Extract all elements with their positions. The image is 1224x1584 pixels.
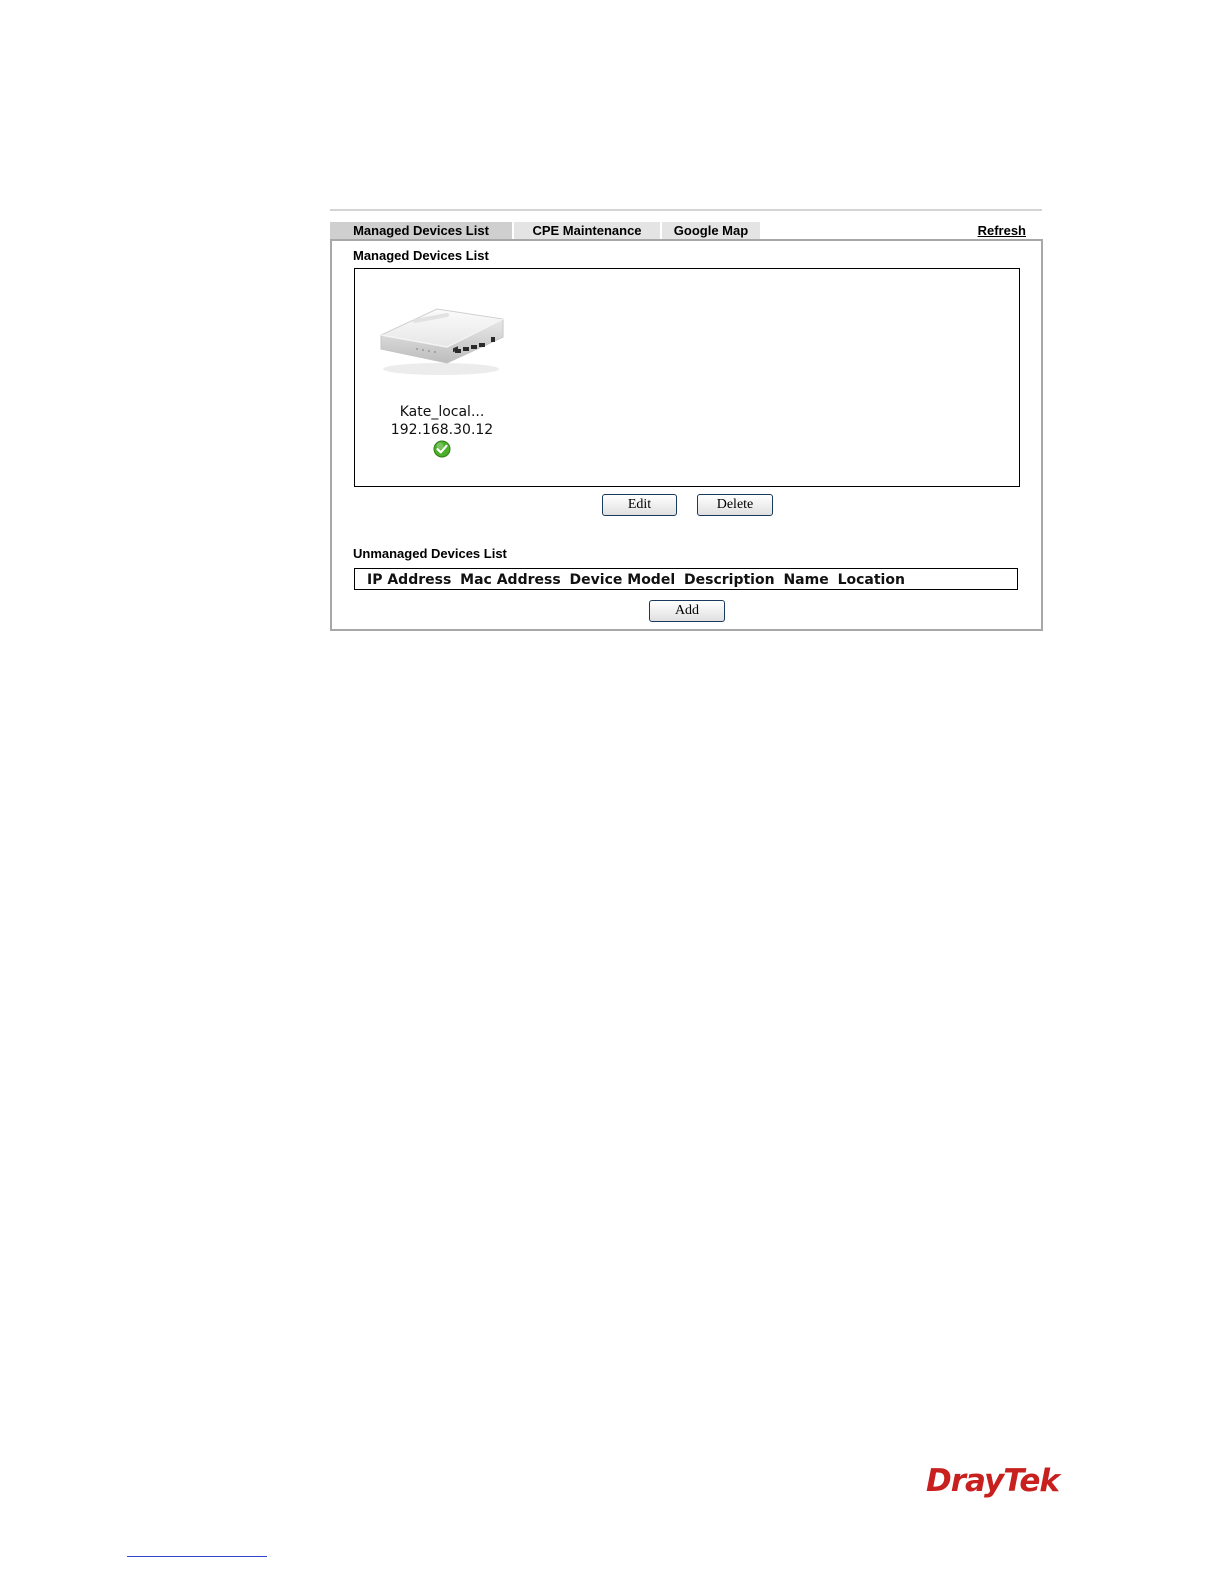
device-name: Kate_local...: [399, 404, 485, 420]
managed-devices-list: Kate_local... 192.168.30.12: [354, 268, 1020, 487]
add-button[interactable]: Add: [649, 600, 725, 622]
column-header-description[interactable]: Description: [684, 572, 775, 588]
column-header-mac-address[interactable]: Mac Address: [460, 572, 561, 588]
refresh-link[interactable]: Refresh: [978, 222, 1026, 239]
column-header-device-model[interactable]: Device Model: [570, 572, 676, 588]
footer-link-underline: [127, 1556, 267, 1557]
top-divider: [330, 209, 1042, 211]
tab-cpe-maintenance[interactable]: CPE Maintenance: [514, 222, 660, 239]
column-header-location[interactable]: Location: [838, 572, 905, 588]
column-header-ip-address[interactable]: IP Address: [367, 572, 451, 588]
managed-devices-title: Managed Devices List: [353, 248, 489, 263]
unmanaged-devices-title: Unmanaged Devices List: [353, 546, 507, 561]
edit-button[interactable]: Edit: [602, 494, 677, 516]
status-ok-icon: [433, 440, 451, 458]
delete-button[interactable]: Delete: [697, 494, 773, 516]
device-panel: Managed Devices List Kate_local... 192.1…: [330, 239, 1043, 631]
device-ip: 192.168.30.12: [390, 422, 494, 438]
column-header-name[interactable]: Name: [783, 572, 828, 588]
tab-google-map[interactable]: Google Map: [662, 222, 760, 239]
tab-bar: Managed Devices List CPE Maintenance Goo…: [330, 222, 1042, 239]
tab-managed-devices-list[interactable]: Managed Devices List: [330, 222, 512, 239]
draytek-logo: DrayTek: [926, 1463, 1060, 1499]
router-icon: [380, 308, 504, 375]
unmanaged-devices-table-header: IP Address Mac Address Device Model Desc…: [354, 568, 1018, 590]
device-item[interactable]: Kate_local... 192.168.30.12: [369, 297, 515, 458]
